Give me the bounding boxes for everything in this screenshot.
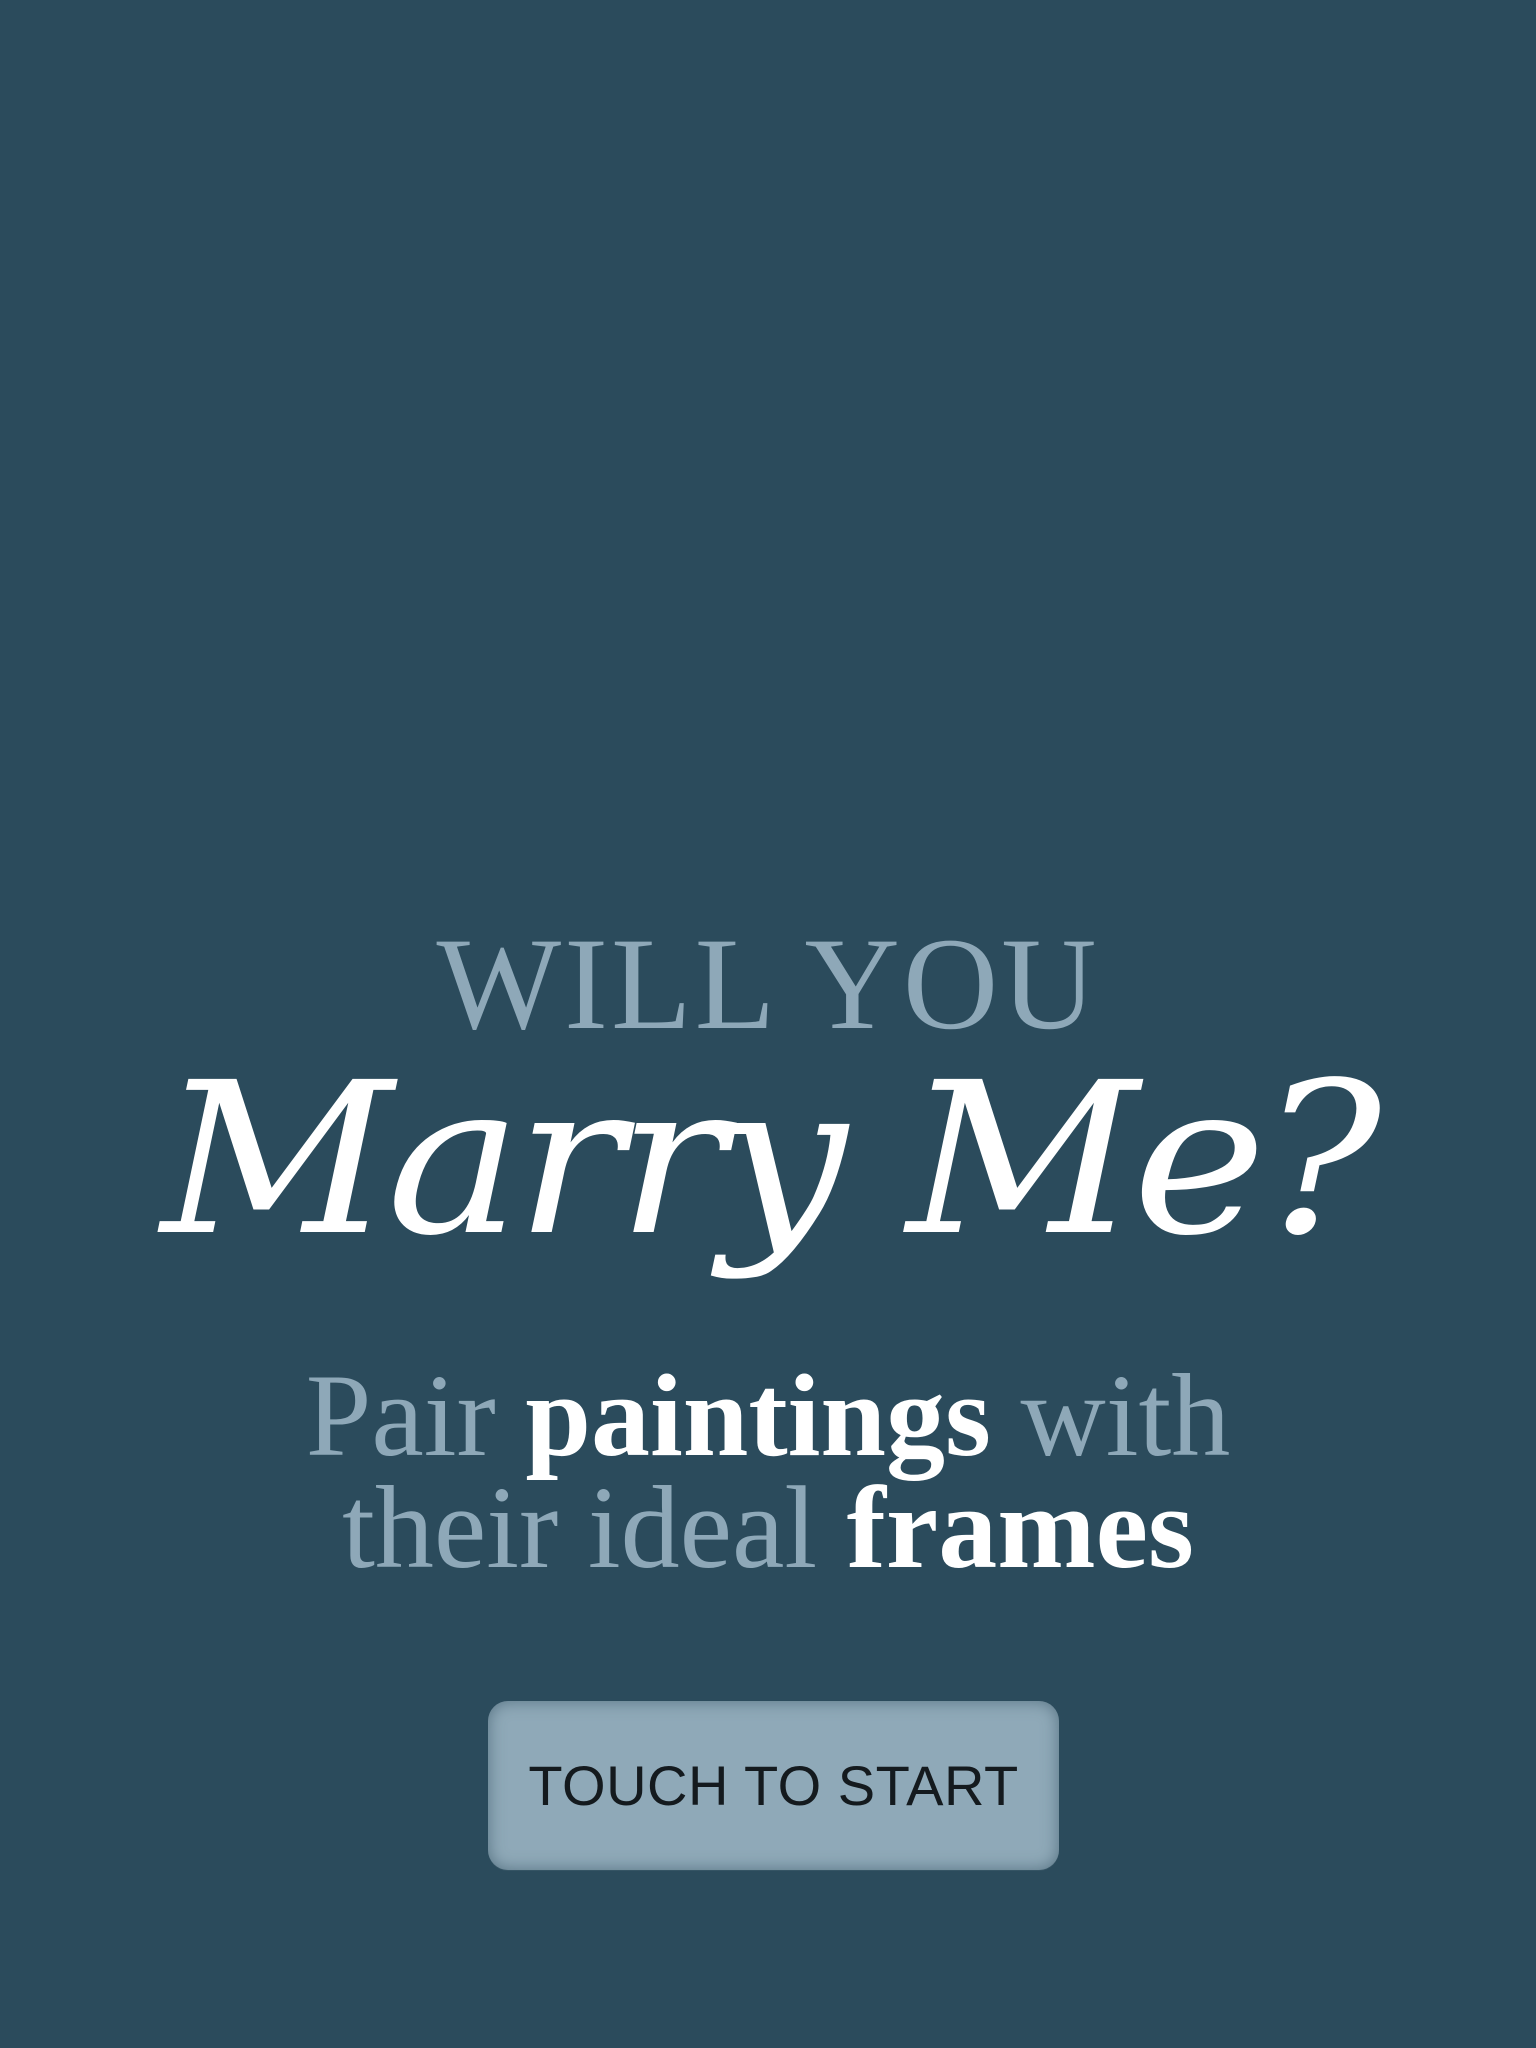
touch-to-start-button[interactable]: TOUCH TO START [488, 1701, 1059, 1870]
tagline-emphasis: frames [846, 1462, 1194, 1593]
start-button-label: TOUCH TO START [528, 1754, 1019, 1817]
game-title: Marry Me? [160, 1037, 1382, 1282]
splash-screen: WILL YOU Marry Me? Pair paintings with t… [0, 0, 1536, 2048]
tagline: Pair paintings with their ideal frames [0, 1357, 1536, 1587]
eyebrow-heading: WILL YOU [436, 910, 1100, 1057]
tagline-line-1: Pair paintings with [0, 1357, 1536, 1475]
tagline-text: their ideal [342, 1462, 847, 1593]
tagline-line-2: their ideal frames [0, 1469, 1536, 1587]
